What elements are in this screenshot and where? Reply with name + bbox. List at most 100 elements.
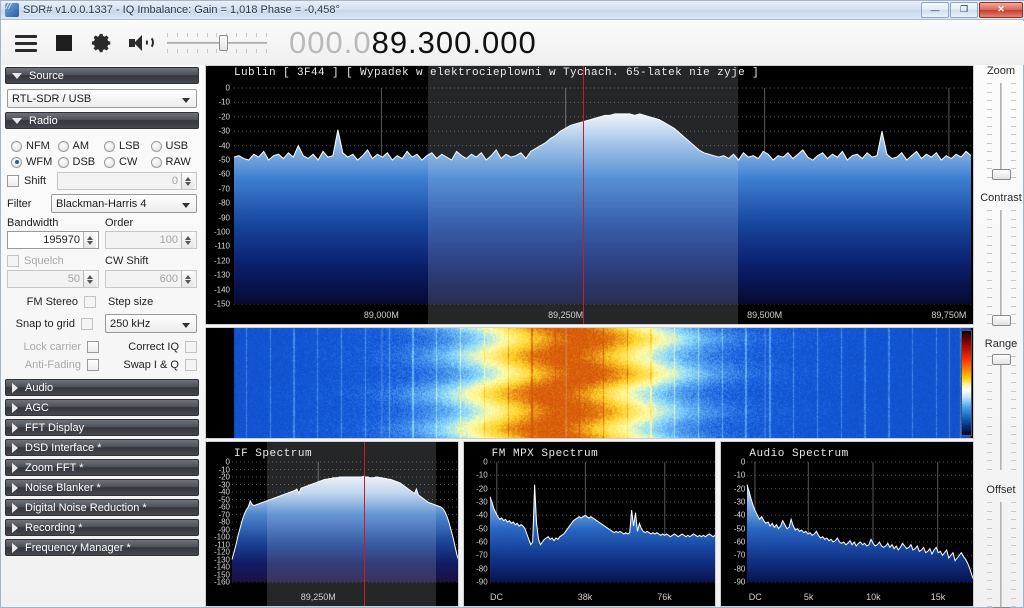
mode-dsb[interactable]: DSB — [58, 156, 105, 168]
contrast-slider[interactable] — [979, 206, 1023, 328]
sidebar-header-source[interactable]: Source — [5, 67, 199, 84]
sidebar-item-noise-blanker[interactable]: Noise Blanker * — [5, 479, 199, 496]
shift-spinner-arrows[interactable] — [181, 173, 194, 189]
stop-icon[interactable] — [51, 30, 77, 56]
mini-panels-row: IF Spectrum 0 -10 -20 -30 -40 -50 -60 -70 -80 -90… — [205, 441, 974, 607]
shift-value-input[interactable]: 0 — [57, 172, 197, 190]
mode-lsb[interactable]: LSB — [104, 140, 151, 152]
correct-iq-label: Correct IQ — [128, 341, 179, 353]
anti-fading-checkbox[interactable] — [87, 359, 99, 371]
bandwidth-label: Bandwidth — [7, 217, 99, 229]
zoom-label: Zoom — [979, 65, 1023, 77]
zoom-thumb[interactable] — [992, 169, 1011, 180]
audio-spectrum-panel[interactable]: Audio Spectrum 0 -10 -20 -30 -40 -50 -60 -70 -80… — [720, 441, 974, 607]
order-spinner-arrows[interactable] — [181, 232, 194, 248]
modulation-mode-group: NFM AM LSB USB WFM DSB CW RAW — [11, 140, 197, 168]
sidebar-item-recording[interactable]: Recording * — [5, 519, 199, 536]
rf-spectrum-panel[interactable]: Lublin [ 3F44 ] [ Wypadek w elektrociepl… — [205, 65, 974, 325]
squelch-checkbox[interactable] — [7, 255, 19, 267]
contrast-track — [1000, 210, 1002, 324]
source-device-select[interactable]: RTL-SDR / USB — [7, 89, 197, 108]
gear-icon[interactable] — [89, 30, 115, 56]
bandwidth-input[interactable]: 195970 — [7, 231, 99, 249]
sidebar-item-frequency-manager[interactable]: Frequency Manager * — [5, 539, 199, 556]
sdrsharp-icon — [5, 3, 19, 17]
chevron-down-icon — [12, 73, 22, 79]
main-toolbar: 000.089.300.000 — [1, 21, 1024, 65]
waterfall-panel[interactable] — [205, 327, 974, 439]
range-slider[interactable] — [979, 352, 1023, 474]
sidebar-item-label: Audio — [25, 382, 53, 394]
snap-to-grid-checkbox[interactable] — [81, 318, 93, 330]
mode-nfm[interactable]: NFM — [11, 140, 58, 152]
fm-mpx-spectrum-panel[interactable]: FM MPX Spectrum 0 -10 -20 -30 -40 -50 -60 -70 -8… — [463, 441, 717, 607]
cw-shift-input[interactable]: 600 — [105, 270, 197, 288]
cw-shift-spinner-arrows[interactable] — [181, 271, 194, 287]
sidebar-item-audio[interactable]: Audio — [5, 379, 199, 396]
lock-carrier-checkbox[interactable] — [87, 341, 99, 353]
step-size-value: 250 kHz — [110, 318, 150, 330]
snap-to-grid-label: Snap to grid — [16, 318, 75, 330]
swap-iq-checkbox[interactable] — [185, 359, 197, 371]
order-value: 100 — [160, 234, 178, 246]
mode-usb[interactable]: USB — [151, 140, 198, 152]
shift-checkbox[interactable] — [7, 175, 19, 187]
sidebar-item-dsd-interface[interactable]: DSD Interface * — [5, 439, 199, 456]
mode-raw[interactable]: RAW — [151, 156, 198, 168]
mode-cw[interactable]: CW — [104, 156, 151, 168]
offset-ticks-right — [1011, 502, 1016, 608]
anti-fading-label: Anti-Fading — [25, 359, 81, 371]
volume-slider[interactable] — [167, 30, 267, 56]
sidebar-item-digital-noise-reduction[interactable]: Digital Noise Reduction * — [5, 499, 199, 516]
shift-value: 0 — [172, 175, 178, 187]
mode-lsb-label: LSB — [119, 140, 140, 152]
minimize-button[interactable]: — — [921, 2, 949, 18]
collapsed-panel-list: Audio AGC FFT Display DSD Interface * Zo… — [5, 379, 199, 556]
squelch-spinner-arrows[interactable] — [83, 271, 96, 287]
radio-panel-body: NFM AM LSB USB WFM DSB CW RAW Shift 0 Fi… — [5, 132, 199, 375]
close-button[interactable]: ✕ — [979, 2, 1023, 18]
offset-slider[interactable] — [979, 498, 1023, 608]
sidebar-header-radio[interactable]: Radio — [5, 112, 199, 129]
contrast-thumb[interactable] — [992, 315, 1011, 326]
window-controls: — ❐ ✕ — [920, 2, 1024, 19]
filter-type-select[interactable]: Blackman-Harris 4 — [51, 194, 197, 213]
source-panel-body: RTL-SDR / USB — [5, 87, 199, 112]
step-size-select[interactable]: 250 kHz — [105, 314, 197, 333]
sidebar-item-fft-display[interactable]: FFT Display — [5, 419, 199, 436]
if-carrier-line[interactable] — [364, 442, 365, 606]
bandwidth-spinner-arrows[interactable] — [83, 232, 96, 248]
squelch-input[interactable]: 50 — [7, 270, 99, 288]
left-sidebar: Source RTL-SDR / USB Radio NFM AM LSB US… — [5, 67, 199, 605]
carrier-line[interactable] — [583, 66, 584, 324]
sidebar-item-label: Noise Blanker * — [25, 482, 101, 494]
chevron-right-icon — [12, 383, 18, 393]
mode-wfm[interactable]: WFM — [11, 156, 58, 168]
mode-am[interactable]: AM — [58, 140, 105, 152]
speaker-volume-icon[interactable] — [127, 30, 153, 56]
volume-track — [167, 42, 267, 44]
chevron-down-icon — [182, 98, 190, 103]
offset-ticks-left — [987, 502, 992, 608]
frequency-display[interactable]: 000.089.300.000 — [289, 25, 537, 61]
filter-type-value: Blackman-Harris 4 — [56, 198, 146, 210]
chevron-down-icon — [182, 203, 190, 208]
cw-shift-value: 600 — [160, 273, 178, 285]
sidebar-item-zoom-fft[interactable]: Zoom FFT * — [5, 459, 199, 476]
if-spectrum-title: IF Spectrum — [234, 448, 312, 460]
frequency-value: 89.300.000 — [372, 25, 537, 60]
fm-stereo-label: FM Stereo — [27, 296, 78, 308]
hamburger-menu-icon[interactable] — [13, 30, 39, 56]
order-input[interactable]: 100 — [105, 231, 197, 249]
range-thumb[interactable] — [992, 354, 1011, 365]
shift-label: Shift — [24, 175, 46, 187]
if-spectrum-panel[interactable]: IF Spectrum 0 -10 -20 -30 -40 -50 -60 -70 -80 -90… — [205, 441, 459, 607]
sidebar-item-agc[interactable]: AGC — [5, 399, 199, 416]
fm-stereo-checkbox[interactable] — [84, 296, 96, 308]
volume-thumb[interactable] — [219, 35, 228, 51]
range-ticks-left — [987, 356, 992, 470]
zoom-slider[interactable] — [979, 79, 1023, 182]
maximize-button[interactable]: ❐ — [950, 2, 978, 18]
correct-iq-checkbox[interactable] — [185, 341, 197, 353]
range-label: Range — [979, 338, 1023, 350]
